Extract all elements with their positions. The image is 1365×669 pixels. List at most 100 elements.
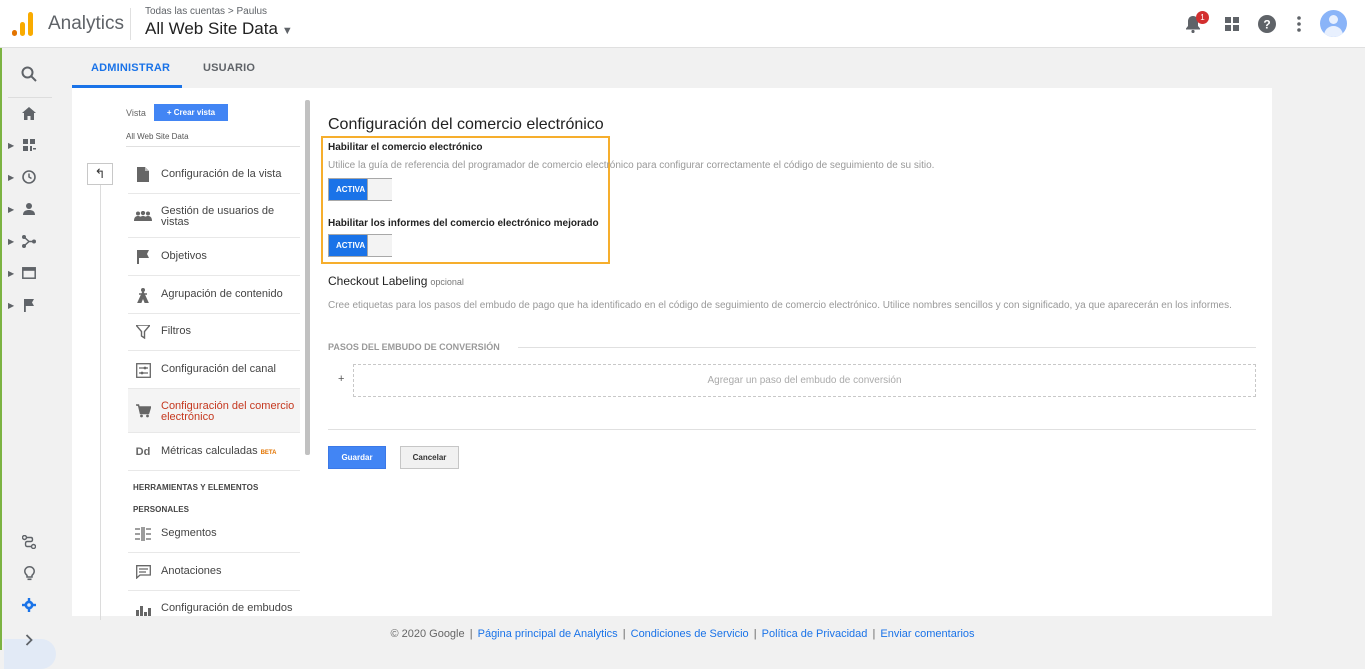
sidebar-scrollbar[interactable] <box>305 100 310 455</box>
save-button[interactable]: Guardar <box>328 446 386 469</box>
person-icon[interactable]: ▶ <box>2 197 56 221</box>
back-button[interactable]: ↰ <box>87 163 113 185</box>
svg-text:?: ? <box>1263 18 1270 32</box>
filter-icon <box>134 323 152 341</box>
avatar[interactable] <box>1320 10 1347 37</box>
section-heading: HERRAMIENTAS Y ELEMENTOS <box>133 483 259 492</box>
breadcrumb-accounts[interactable]: Todas las cuentas <box>145 6 225 17</box>
footer-separator: | <box>753 628 757 640</box>
more-icon[interactable] <box>1287 12 1311 36</box>
home-icon[interactable] <box>2 101 56 125</box>
people-icon <box>134 207 152 225</box>
toggle-knob <box>367 179 392 200</box>
toggle-state-label: ACTIVA <box>336 241 366 250</box>
gear-icon[interactable] <box>2 593 56 617</box>
ecommerce-hint: Utilice la guía de referencia del progra… <box>328 160 935 171</box>
sidebar-item-annotations[interactable]: Anotaciones <box>128 553 300 591</box>
sidebar-item-goals[interactable]: Objetivos <box>128 238 300 276</box>
dashboard-icon[interactable]: ▶ <box>2 133 56 157</box>
behavior-icon[interactable]: ▶ <box>2 261 56 285</box>
sidebar-item-label: Filtros <box>161 325 191 337</box>
sidebar-item-label: Métricas calculadas BETA <box>161 446 276 459</box>
divider <box>328 429 1256 430</box>
sidebar-item-content-grouping[interactable]: Agrupación de contenido <box>128 276 300 314</box>
sidebar-item-label: Anotaciones <box>161 565 222 577</box>
section-heading: PERSONALES <box>133 505 190 514</box>
flag-icon[interactable]: ▶ <box>2 293 56 317</box>
footer-separator: | <box>469 628 473 640</box>
cancel-button[interactable]: Cancelar <box>400 446 459 469</box>
channel-settings-icon <box>134 361 152 379</box>
search-icon[interactable] <box>2 62 56 86</box>
attribution-icon[interactable] <box>2 530 56 554</box>
dropdown-caret-icon: ▼ <box>281 25 293 37</box>
footer-link-feedback[interactable]: Enviar comentarios <box>880 628 974 640</box>
footer-link-terms[interactable]: Condiciones de Servicio <box>631 628 749 640</box>
flag-icon <box>134 248 152 266</box>
create-view-button[interactable]: + Crear vista <box>154 104 228 121</box>
back-arrow-icon: ↰ <box>94 166 106 181</box>
funnel-steps-heading: PASOS DEL EMBUDO DE CONVERSIÓN <box>328 342 500 352</box>
left-nav-rail: ▶ ▶ ▶ ▶ ▶ ▶ <box>2 48 56 669</box>
cart-icon <box>134 402 152 420</box>
app-title[interactable]: Analytics <box>48 13 124 35</box>
sidebar-item-label: Configuración del comercio electrónico <box>161 400 295 423</box>
footer-separator: | <box>872 628 876 640</box>
sidebar-item-ecommerce-settings[interactable]: Configuración del comercio electrónico <box>128 389 300 433</box>
sidebar-item-label: Segmentos <box>161 527 217 539</box>
person-group-icon <box>134 286 152 304</box>
sidebar-item-label: Configuración del canal <box>161 363 276 375</box>
copyright: © 2020 Google <box>390 628 465 640</box>
segments-icon <box>134 525 152 543</box>
sidebar-item-view-settings[interactable]: Configuración de la vista <box>128 155 300 194</box>
tab-usuario[interactable]: USUARIO <box>203 62 255 74</box>
view-selector-label: All Web Site Data <box>145 19 278 38</box>
ecommerce-enable-label: Habilitar el comercio electrónico <box>328 142 483 153</box>
enhanced-ecommerce-label: Habilitar los informes del comercio elec… <box>328 218 599 229</box>
help-icon[interactable]: ? <box>1255 12 1279 36</box>
breadcrumb-account[interactable]: Paulus <box>236 6 267 17</box>
sidebar-item-label: Agrupación de contenido <box>161 288 283 300</box>
ecommerce-toggle[interactable]: ACTIVA <box>328 178 392 201</box>
annotation-icon <box>134 563 152 581</box>
enhanced-ecommerce-toggle[interactable]: ACTIVA <box>328 234 392 257</box>
sidebar-item-label: Configuración de embudos <box>161 602 293 614</box>
beta-badge: BETA <box>260 450 277 456</box>
lightbulb-icon[interactable] <box>2 561 56 585</box>
calculated-metrics-label: Métricas calculadas <box>161 445 258 457</box>
sidebar-item-filters[interactable]: Filtros <box>128 314 300 351</box>
footer-link-privacy[interactable]: Política de Privacidad <box>762 628 868 640</box>
view-selector[interactable]: All Web Site Data ▼ <box>145 19 293 39</box>
sidebar-item-label: Configuración de la vista <box>161 168 282 180</box>
document-icon <box>134 165 152 183</box>
footer-separator: | <box>622 628 626 640</box>
acquisition-icon[interactable]: ▶ <box>2 229 56 253</box>
notification-badge: 1 <box>1196 11 1209 24</box>
tab-administrar[interactable]: ADMINISTRAR <box>91 62 170 74</box>
optional-tag: opcional <box>430 277 464 287</box>
clock-icon[interactable]: ▶ <box>2 165 56 189</box>
breadcrumb[interactable]: Todas las cuentas > Paulus <box>145 6 267 17</box>
sidebar-item-segments[interactable]: Segmentos <box>128 515 300 553</box>
apps-icon[interactable] <box>1220 12 1244 36</box>
top-bar: Analytics Todas las cuentas > Paulus All… <box>0 0 1365 48</box>
divider <box>518 347 1256 348</box>
breadcrumb-separator: > <box>227 6 234 17</box>
sidebar-item-user-management[interactable]: Gestión de usuarios de vistas <box>128 194 300 238</box>
sidebar-item-funnel-config[interactable]: Configuración de embudos <box>128 591 300 616</box>
sidebar-item-channel-settings[interactable]: Configuración del canal <box>128 351 300 389</box>
view-name: All Web Site Data <box>126 132 189 141</box>
analytics-logo[interactable] <box>12 12 34 36</box>
footer-link-analytics-home[interactable]: Página principal de Analytics <box>478 628 618 640</box>
admin-tabs: ADMINISTRAR USUARIO <box>72 48 1365 88</box>
checkout-labeling-heading: Checkout Labeling opcional <box>328 274 464 288</box>
sidebar-item-calculated-metrics[interactable]: Dd Métricas calculadas BETA <box>128 433 300 471</box>
divider <box>126 146 300 147</box>
bar-chart-icon <box>134 601 152 616</box>
add-funnel-step-button[interactable]: Agregar un paso del embudo de conversión <box>353 364 1256 397</box>
page-title: Configuración del comercio electrónico <box>328 116 604 133</box>
checkout-title: Checkout Labeling <box>328 274 428 288</box>
vista-label: Vista <box>126 108 146 118</box>
sidebar-item-label: Gestión de usuarios de vistas <box>161 205 275 228</box>
toggle-state-label: ACTIVA <box>336 185 366 194</box>
